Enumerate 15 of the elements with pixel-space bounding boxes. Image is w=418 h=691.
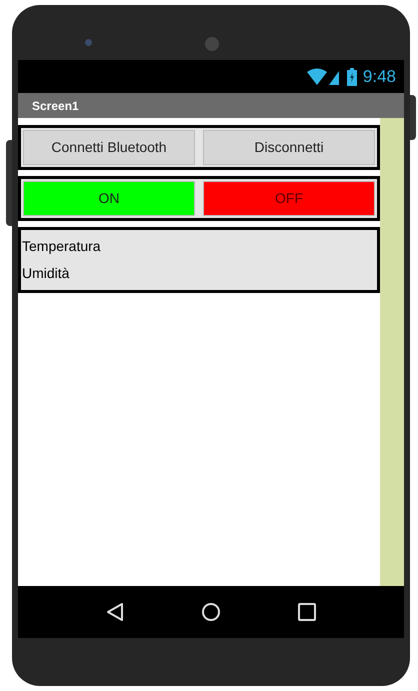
recent-apps-icon[interactable] — [298, 603, 316, 621]
back-icon[interactable] — [106, 602, 124, 622]
clock-time: 9:48 — [362, 66, 396, 88]
sensor-label: Umidità — [22, 264, 70, 283]
app-button[interactable]: OFF — [203, 181, 375, 216]
app-button[interactable]: Connetti Bluetooth — [23, 130, 195, 165]
battery-icon — [346, 68, 357, 86]
home-icon[interactable] — [200, 602, 221, 622]
app-button[interactable]: Disconnetti — [203, 130, 375, 165]
sensor-label: Temperatura — [22, 237, 102, 256]
speaker-icon — [205, 37, 219, 51]
screen-title: Screen1 — [32, 98, 79, 114]
app-button[interactable]: ON — [23, 181, 195, 216]
camera-icon — [85, 39, 92, 46]
wifi-signal-icon — [306, 68, 341, 86]
